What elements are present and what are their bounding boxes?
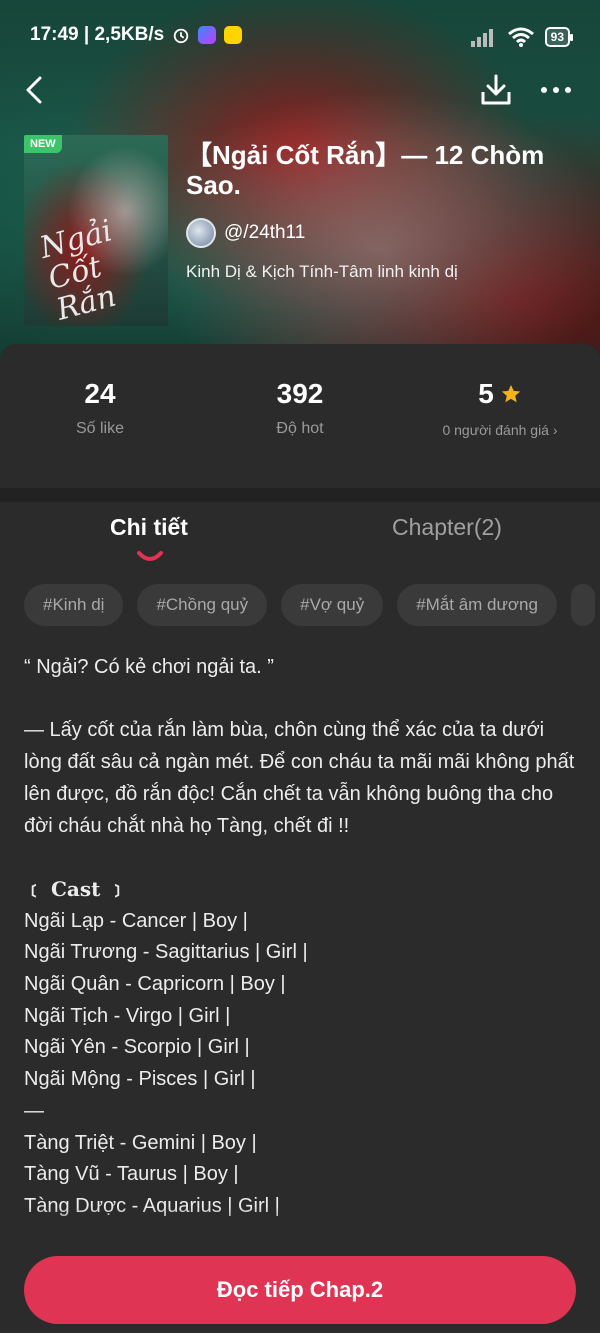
cast-line: Tàng Triệt - Gemini | Boy | [24, 1131, 257, 1154]
cast-heading: ﹝ Cast ﹞ [24, 876, 128, 901]
stat-hot: 392 Độ hot [200, 374, 400, 438]
desc-blank [24, 842, 576, 874]
download-icon[interactable] [478, 72, 514, 108]
likes-count: 24 [84, 378, 116, 409]
tag-chip[interactable]: #Vợ quỷ [281, 584, 384, 626]
stats-row: 24 Số like 392 Độ hot 5 0 người đánh giá… [0, 374, 600, 484]
book-cover[interactable]: NEW Ngải Cốt Rắn [24, 135, 168, 326]
rating-value: 5 [478, 378, 494, 409]
tag-chip[interactable]: #Kinh dị [24, 584, 124, 626]
cast-line: Ngãi Yên - Scorpio | Girl | [24, 1036, 250, 1059]
continue-reading-button[interactable]: Đọc tiếp Chap.2 [24, 1256, 576, 1324]
new-badge: NEW [24, 135, 62, 153]
stat-rating[interactable]: 5 0 người đánh giá › [400, 374, 600, 438]
cast-separator: — [24, 1099, 44, 1122]
content-sheet: 24 Số like 392 Độ hot 5 0 người đánh giá… [0, 344, 600, 1333]
tab-details[interactable]: Chi tiết [110, 514, 188, 541]
avatar [186, 218, 216, 248]
wifi-icon [507, 27, 534, 47]
desc-paragraph: — Lấy cốt của rắn làm bùa, chôn cùng thể… [24, 719, 575, 837]
messenger-icon [198, 26, 217, 44]
likes-label: Số like [75, 420, 125, 437]
rating-label: 0 người đánh giá › [442, 422, 558, 438]
story-description: “ Ngải? Có kẻ chơi ngải ta. ” — Lấy cốt … [24, 652, 576, 1244]
tag-list: #Kinh dị #Chồng quỷ #Vợ quỷ #Mắt âm dươn… [24, 584, 600, 626]
battery-indicator: 93 [544, 27, 574, 47]
app-notification-icon [224, 26, 243, 44]
more-options-icon[interactable] [538, 80, 574, 100]
signal-icon [470, 29, 493, 47]
tab-bar: Chi tiết Chapter(2) [0, 504, 600, 564]
text-fade-overlay [0, 1206, 600, 1246]
tag-chip[interactable]: #Chồng quỷ [137, 584, 268, 626]
top-navigation [0, 70, 600, 110]
section-divider [0, 488, 600, 502]
alarm-icon [173, 28, 189, 44]
book-title: 【Ngải Cốt Rắn】— 12 Chòm Sao. [186, 140, 545, 200]
desc-quote: “ Ngải? Có kẻ chơi ngải ta. ” [24, 656, 274, 678]
desc-blank [24, 684, 576, 716]
cast-line: Ngãi Lạp - Cancer | Boy | [24, 909, 248, 932]
back-icon[interactable] [20, 72, 52, 108]
tag-chip-overflow[interactable] [570, 584, 595, 626]
cast-line: Ngãi Tịch - Virgo | Girl | [24, 1004, 231, 1027]
tab-chapters[interactable]: Chapter(2) [392, 514, 502, 541]
cast-line: Ngãi Mộng - Pisces | Girl | [24, 1068, 256, 1091]
hot-count: 392 [276, 378, 324, 409]
cast-line: Ngãi Quân - Capricorn | Boy | [24, 973, 286, 996]
status-time: 17:49 | 2,5KB/s [30, 24, 165, 45]
author-link[interactable]: @/24th11 [186, 218, 305, 248]
cover-title-art: Ngải Cốt Rắn [36, 213, 120, 326]
star-icon [501, 384, 520, 403]
status-bar: 17:49 | 2,5KB/s 93 [0, 18, 600, 58]
cast-line: Ngãi Trương - Sagittarius | Girl | [24, 941, 308, 964]
stat-likes: 24 Số like [0, 374, 200, 438]
cast-line: Tàng Vũ - Taurus | Boy | [24, 1163, 239, 1186]
tag-chip[interactable]: #Mắt âm dương [397, 584, 557, 626]
hot-label: Độ hot [276, 420, 324, 437]
active-tab-indicator [137, 551, 163, 561]
genre-label: Kinh Dị & Kịch Tính-Tâm linh kinh dị [186, 262, 458, 281]
author-name: @/24th11 [224, 222, 306, 243]
